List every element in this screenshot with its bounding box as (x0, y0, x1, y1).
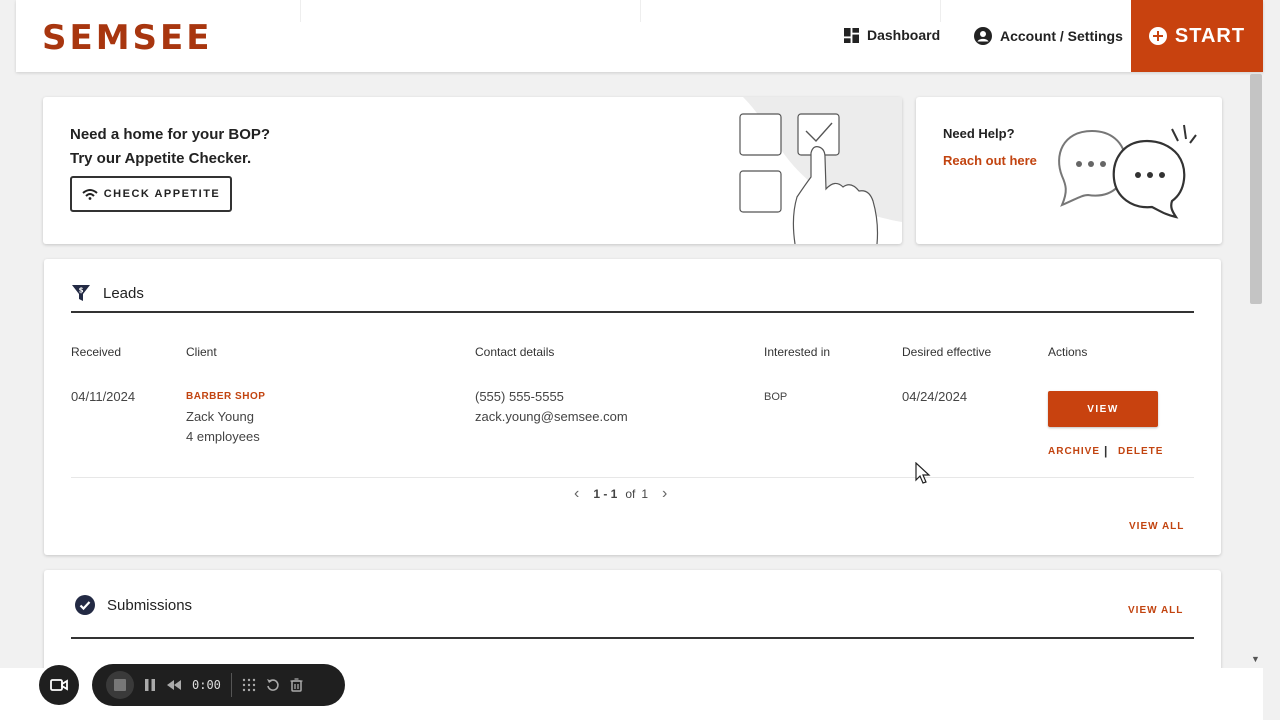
svg-text:$: $ (79, 287, 84, 295)
funnel-dollar-icon: $ (72, 285, 90, 301)
col-desired-effective: Desired effective (902, 345, 992, 359)
recording-timer: 0:00 (192, 678, 221, 692)
promo-title: Need a home for your BOP? Try our Appeti… (70, 123, 270, 171)
leads-card: $ Leads Received Client Contact details … (44, 259, 1221, 555)
start-button[interactable]: START (1131, 0, 1263, 72)
leads-view-all-link[interactable]: VIEW ALL (1129, 521, 1184, 532)
page-of-label: of (625, 487, 636, 501)
delete-lead-link[interactable]: DELETE (1118, 446, 1163, 457)
archive-lead-link[interactable]: ARCHIVE (1048, 446, 1100, 457)
submissions-header: Submissions (75, 595, 192, 615)
camera-toggle-button[interactable] (39, 665, 79, 705)
client-size: 4 employees (186, 429, 260, 444)
interested-in-value: BOP (764, 391, 788, 403)
col-received: Received (71, 345, 122, 359)
reach-out-link[interactable]: Reach out here (943, 153, 1037, 168)
help-title: Need Help? (943, 126, 1015, 141)
account-circle-icon (974, 27, 992, 45)
client-name: Zack Young (186, 409, 254, 424)
row-divider (71, 477, 1194, 478)
appetite-checker-card: Need a home for your BOP? Try our Appeti… (43, 97, 902, 244)
desired-effective-date: 04/24/2024 (902, 389, 968, 404)
check-appetite-button[interactable]: CHECK APPETITE (70, 176, 232, 212)
help-card: Need Help? Reach out here (916, 97, 1222, 244)
wifi-signal-icon (82, 189, 98, 200)
stop-recording-button[interactable] (106, 671, 134, 699)
page-range: 1 - 1 (593, 487, 618, 501)
contact-cell: (555) 555-5555 zack.young@semsee.com (475, 387, 628, 427)
top-navigation-bar: SEMSEE Dashboard Account / Settings STAR… (16, 0, 1263, 72)
nav-account-settings-label: Account / Settings (1000, 28, 1123, 44)
recorder-divider (230, 673, 232, 697)
check-appetite-label: CHECK APPETITE (103, 188, 221, 200)
dashboard-grid-icon (844, 27, 859, 43)
col-contact-details: Contact details (475, 345, 555, 359)
client-email: zack.young@semsee.com (475, 409, 628, 424)
divider (300, 0, 301, 22)
submissions-title: Submissions (107, 596, 193, 614)
pause-icon[interactable] (144, 678, 156, 692)
nav-account-settings[interactable]: Account / Settings (974, 27, 1123, 45)
col-interested-in: Interested in (764, 345, 831, 359)
restart-icon[interactable] (266, 678, 280, 692)
page-scrollbar-thumb[interactable] (1250, 74, 1262, 304)
client-cell: BARBER SHOP Zack Young 4 employees (186, 387, 265, 447)
client-industry-tag: BARBER SHOP (186, 391, 266, 402)
promo-line-2: Try our Appetite Checker. (70, 150, 252, 167)
client-phone: (555) 555-5555 (475, 389, 564, 404)
check-circle-icon (75, 595, 95, 615)
video-camera-icon (50, 679, 68, 691)
start-button-label: START (1174, 24, 1246, 47)
nav-dashboard-label: Dashboard (867, 27, 941, 43)
divider (940, 0, 941, 22)
page-total: 1 (641, 487, 649, 501)
recording-controls: 0:00 (92, 664, 345, 706)
mouse-cursor-icon (915, 462, 931, 484)
leads-title: Leads (103, 284, 144, 302)
col-client: Client (186, 345, 217, 359)
chat-bubbles-icon (1058, 124, 1197, 219)
scroll-down-arrow-icon[interactable]: ▼ (1251, 654, 1260, 664)
plus-circle-icon (1148, 27, 1167, 45)
checkbox-hand-illustration (739, 97, 902, 244)
rewind-icon[interactable] (166, 679, 182, 691)
submissions-header-rule (71, 637, 1194, 639)
nav-dashboard[interactable]: Dashboard (844, 27, 940, 43)
view-lead-button[interactable]: VIEW (1048, 391, 1158, 427)
promo-line-1: Need a home for your BOP? (70, 126, 271, 143)
leads-header: $ Leads (71, 283, 144, 303)
stop-square-icon (114, 679, 126, 691)
received-date: 04/11/2024 (71, 389, 136, 404)
leads-header-rule (71, 311, 1194, 313)
trash-icon[interactable] (290, 678, 303, 692)
submissions-view-all-link[interactable]: VIEW ALL (1128, 605, 1183, 616)
semsee-logo[interactable]: SEMSEE (42, 18, 213, 58)
grid-dots-icon[interactable] (242, 678, 256, 692)
col-actions: Actions (1048, 345, 1088, 359)
prev-page-chevron-icon[interactable]: ‹ (574, 485, 579, 503)
action-separator: | (1104, 444, 1108, 458)
next-page-chevron-icon[interactable]: › (662, 485, 667, 503)
divider (640, 0, 641, 22)
pagination: ‹ 1 - 1 of 1 › (574, 485, 667, 503)
